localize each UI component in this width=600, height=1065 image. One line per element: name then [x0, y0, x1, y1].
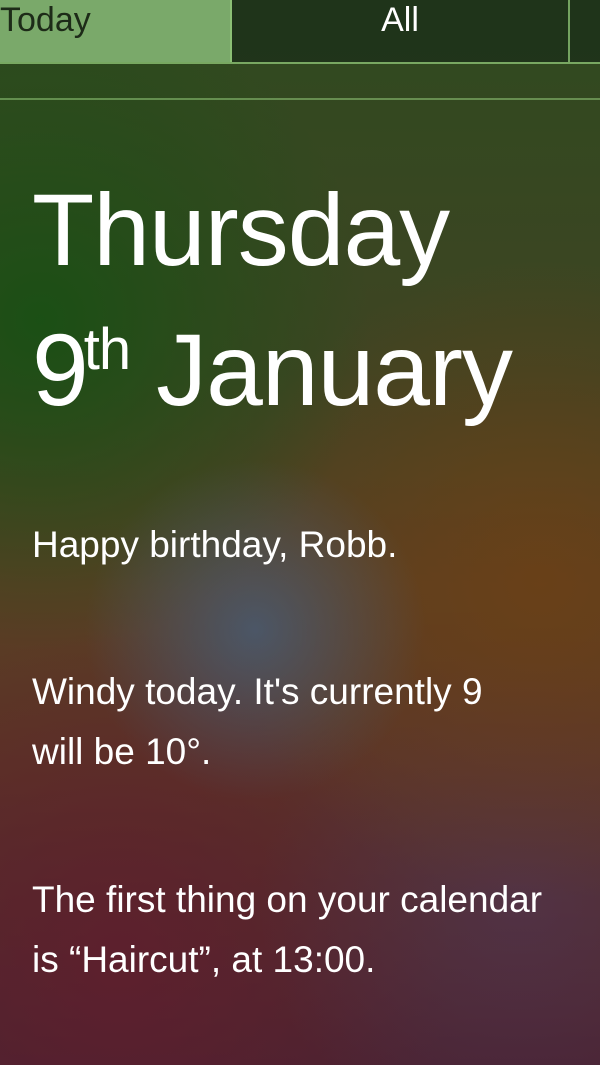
tab-divider: [0, 98, 600, 100]
tab-today[interactable]: Today: [0, 0, 232, 62]
weather-text-line-1: Windy today. It's currently 9: [32, 671, 483, 712]
day-suffix: th: [83, 317, 131, 382]
birthday-summary: Happy birthday, Robb.: [32, 515, 600, 575]
calendar-summary: The first thing on your calendar is “Hai…: [32, 870, 600, 990]
day-number: 9: [32, 313, 89, 427]
tab-all[interactable]: All: [232, 0, 570, 62]
birthday-text: Happy birthday, Robb.: [32, 524, 398, 565]
today-date: Thursday 9th January: [32, 170, 592, 430]
calendar-text-line-1: The first thing on your calendar: [32, 879, 543, 920]
weather-summary: Windy today. It's currently 9 will be 10…: [32, 662, 600, 782]
month-name: January: [156, 313, 513, 427]
tab-all-label: All: [381, 0, 419, 39]
tab-next-partial[interactable]: [570, 0, 600, 62]
day-month: 9th January: [32, 290, 592, 430]
tab-today-label: Today: [0, 0, 91, 39]
calendar-text-line-2: is “Haircut”, at 13:00.: [32, 939, 376, 980]
weekday: Thursday: [32, 173, 450, 287]
notification-tabs: Today All: [0, 0, 600, 64]
weather-text-line-2: will be 10°.: [32, 731, 212, 772]
